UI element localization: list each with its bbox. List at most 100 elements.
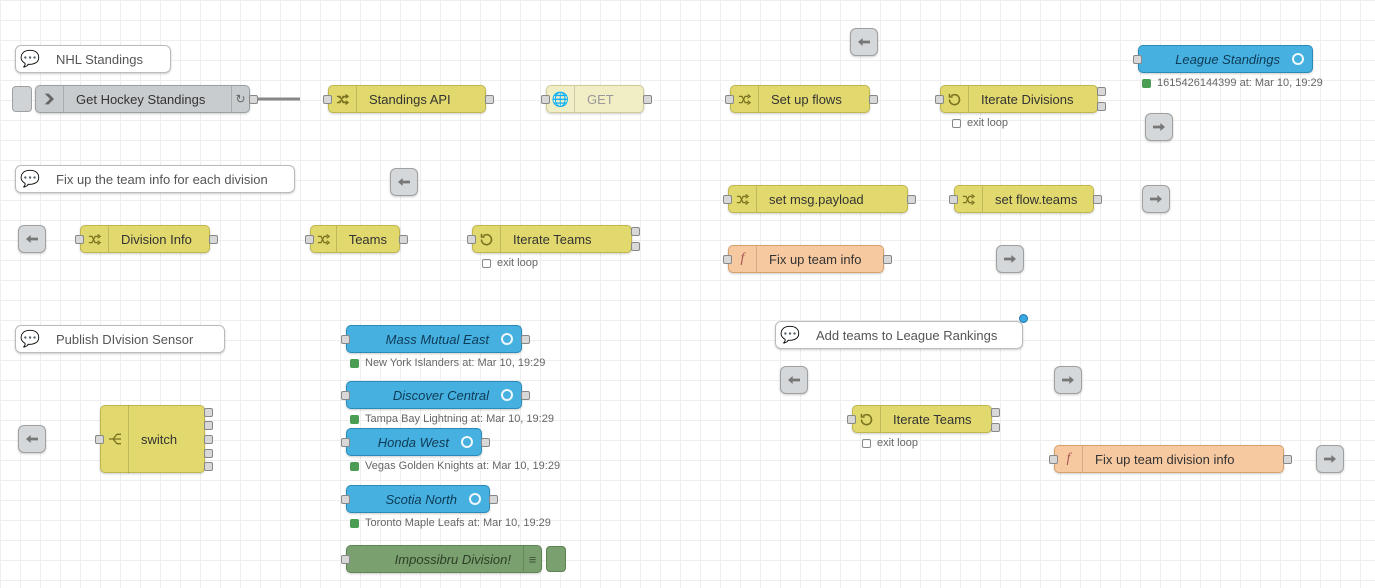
- link-in-node[interactable]: [780, 366, 808, 394]
- sensor-honda-west[interactable]: Honda West: [346, 428, 482, 456]
- input-port[interactable]: [75, 235, 84, 244]
- loop-iterate-teams[interactable]: Iterate Teams: [472, 225, 632, 253]
- output-port[interactable]: [204, 435, 213, 444]
- sensor-mass-mutual-east[interactable]: Mass Mutual East: [346, 325, 522, 353]
- change-division-info[interactable]: Division Info: [80, 225, 210, 253]
- output-port[interactable]: [399, 235, 408, 244]
- function-icon: f: [729, 246, 757, 272]
- output-port[interactable]: [631, 242, 640, 251]
- status-exit-loop: exit loop: [862, 437, 918, 449]
- input-port[interactable]: [467, 235, 476, 244]
- input-port[interactable]: [723, 195, 732, 204]
- output-port[interactable]: [1097, 87, 1106, 96]
- debug-toggle[interactable]: [501, 389, 513, 401]
- loop-iterate-teams-2[interactable]: Iterate Teams: [852, 405, 992, 433]
- link-out-node[interactable]: [996, 245, 1024, 273]
- output-port[interactable]: [991, 408, 1000, 417]
- input-port[interactable]: [323, 95, 332, 104]
- loop-iterate-divisions[interactable]: Iterate Divisions: [940, 85, 1098, 113]
- input-port[interactable]: [541, 95, 550, 104]
- status-central: Tampa Bay Lightning at: Mar 10, 19:29: [350, 413, 554, 425]
- output-port[interactable]: [1283, 455, 1292, 464]
- comment-nhl-standings[interactable]: 💬 NHL Standings: [15, 45, 171, 73]
- output-port[interactable]: [481, 438, 490, 447]
- debug-toggle[interactable]: [469, 493, 481, 505]
- output-port[interactable]: [643, 95, 652, 104]
- output-port[interactable]: [1097, 102, 1106, 111]
- comment-fix-team-info[interactable]: 💬 Fix up the team info for each division: [15, 165, 295, 193]
- change-standings-api[interactable]: Standings API: [328, 85, 486, 113]
- link-in-node[interactable]: [18, 225, 46, 253]
- input-port[interactable]: [341, 391, 350, 400]
- output-port[interactable]: [631, 227, 640, 236]
- inject-get-hockey[interactable]: Get Hockey Standings ↻: [35, 85, 250, 113]
- output-port[interactable]: [204, 408, 213, 417]
- change-set-flow-teams[interactable]: set flow.teams: [954, 185, 1094, 213]
- change-set-up-flows[interactable]: Set up flows: [730, 85, 870, 113]
- node-label: Mass Mutual East: [347, 332, 501, 347]
- link-out-node[interactable]: [1054, 366, 1082, 394]
- debug-impossibru[interactable]: Impossibru Division! ≡: [346, 545, 542, 573]
- output-port[interactable]: [209, 235, 218, 244]
- changed-indicator: [1019, 314, 1028, 323]
- repeat-icon: ↻: [231, 86, 249, 112]
- link-in-node[interactable]: [850, 28, 878, 56]
- output-port[interactable]: [869, 95, 878, 104]
- output-port[interactable]: [991, 423, 1000, 432]
- function-icon: f: [1055, 446, 1083, 472]
- debug-league-standings[interactable]: League Standings: [1138, 45, 1313, 73]
- output-port[interactable]: [204, 421, 213, 430]
- change-set-msg-payload[interactable]: set msg.payload: [728, 185, 908, 213]
- input-port[interactable]: [1049, 455, 1058, 464]
- input-port[interactable]: [341, 555, 350, 564]
- input-port[interactable]: [935, 95, 944, 104]
- link-in-node[interactable]: [390, 168, 418, 196]
- debug-toggle[interactable]: [501, 333, 513, 345]
- link-out-node[interactable]: [1145, 113, 1173, 141]
- output-port[interactable]: [1093, 195, 1102, 204]
- comment-add-teams-rankings[interactable]: 💬 Add teams to League Rankings: [775, 321, 1023, 349]
- input-port[interactable]: [723, 255, 732, 264]
- output-port[interactable]: [204, 462, 213, 471]
- debug-toggle[interactable]: [461, 436, 473, 448]
- output-port[interactable]: [204, 449, 213, 458]
- switch-node[interactable]: switch: [100, 405, 205, 473]
- shuffle-icon: [729, 186, 757, 212]
- function-fix-team-division-info[interactable]: f Fix up team division info: [1054, 445, 1284, 473]
- debug-toggle-button[interactable]: [546, 546, 566, 572]
- link-out-node[interactable]: [1142, 185, 1170, 213]
- sensor-discover-central[interactable]: Discover Central: [346, 381, 522, 409]
- change-teams[interactable]: Teams: [310, 225, 400, 253]
- input-port[interactable]: [341, 335, 350, 344]
- node-label: Honda West: [347, 435, 461, 450]
- node-label: Iterate Teams: [881, 412, 991, 427]
- node-label: Standings API: [357, 92, 485, 107]
- http-request-get[interactable]: 🌐 GET: [546, 85, 644, 113]
- function-fix-team-info[interactable]: f Fix up team info: [728, 245, 884, 273]
- node-label: GET: [575, 92, 643, 107]
- node-label: Division Info: [109, 232, 209, 247]
- input-port[interactable]: [95, 435, 104, 444]
- shuffle-icon: [81, 226, 109, 252]
- input-port[interactable]: [847, 415, 856, 424]
- debug-toggle[interactable]: [1292, 53, 1304, 65]
- link-in-node[interactable]: [18, 425, 46, 453]
- input-port[interactable]: [341, 438, 350, 447]
- input-port[interactable]: [725, 95, 734, 104]
- output-port[interactable]: [521, 391, 530, 400]
- comment-label: Publish DIvision Sensor: [44, 332, 224, 347]
- output-port[interactable]: [489, 495, 498, 504]
- output-port[interactable]: [883, 255, 892, 264]
- input-port[interactable]: [341, 495, 350, 504]
- inject-button[interactable]: [12, 86, 32, 112]
- input-port[interactable]: [305, 235, 314, 244]
- sensor-scotia-north[interactable]: Scotia North: [346, 485, 490, 513]
- input-port[interactable]: [1133, 55, 1142, 64]
- comment-publish-division[interactable]: 💬 Publish DIvision Sensor: [15, 325, 225, 353]
- output-port[interactable]: [485, 95, 494, 104]
- output-port[interactable]: [249, 95, 258, 104]
- input-port[interactable]: [949, 195, 958, 204]
- output-port[interactable]: [521, 335, 530, 344]
- output-port[interactable]: [907, 195, 916, 204]
- link-out-node[interactable]: [1316, 445, 1344, 473]
